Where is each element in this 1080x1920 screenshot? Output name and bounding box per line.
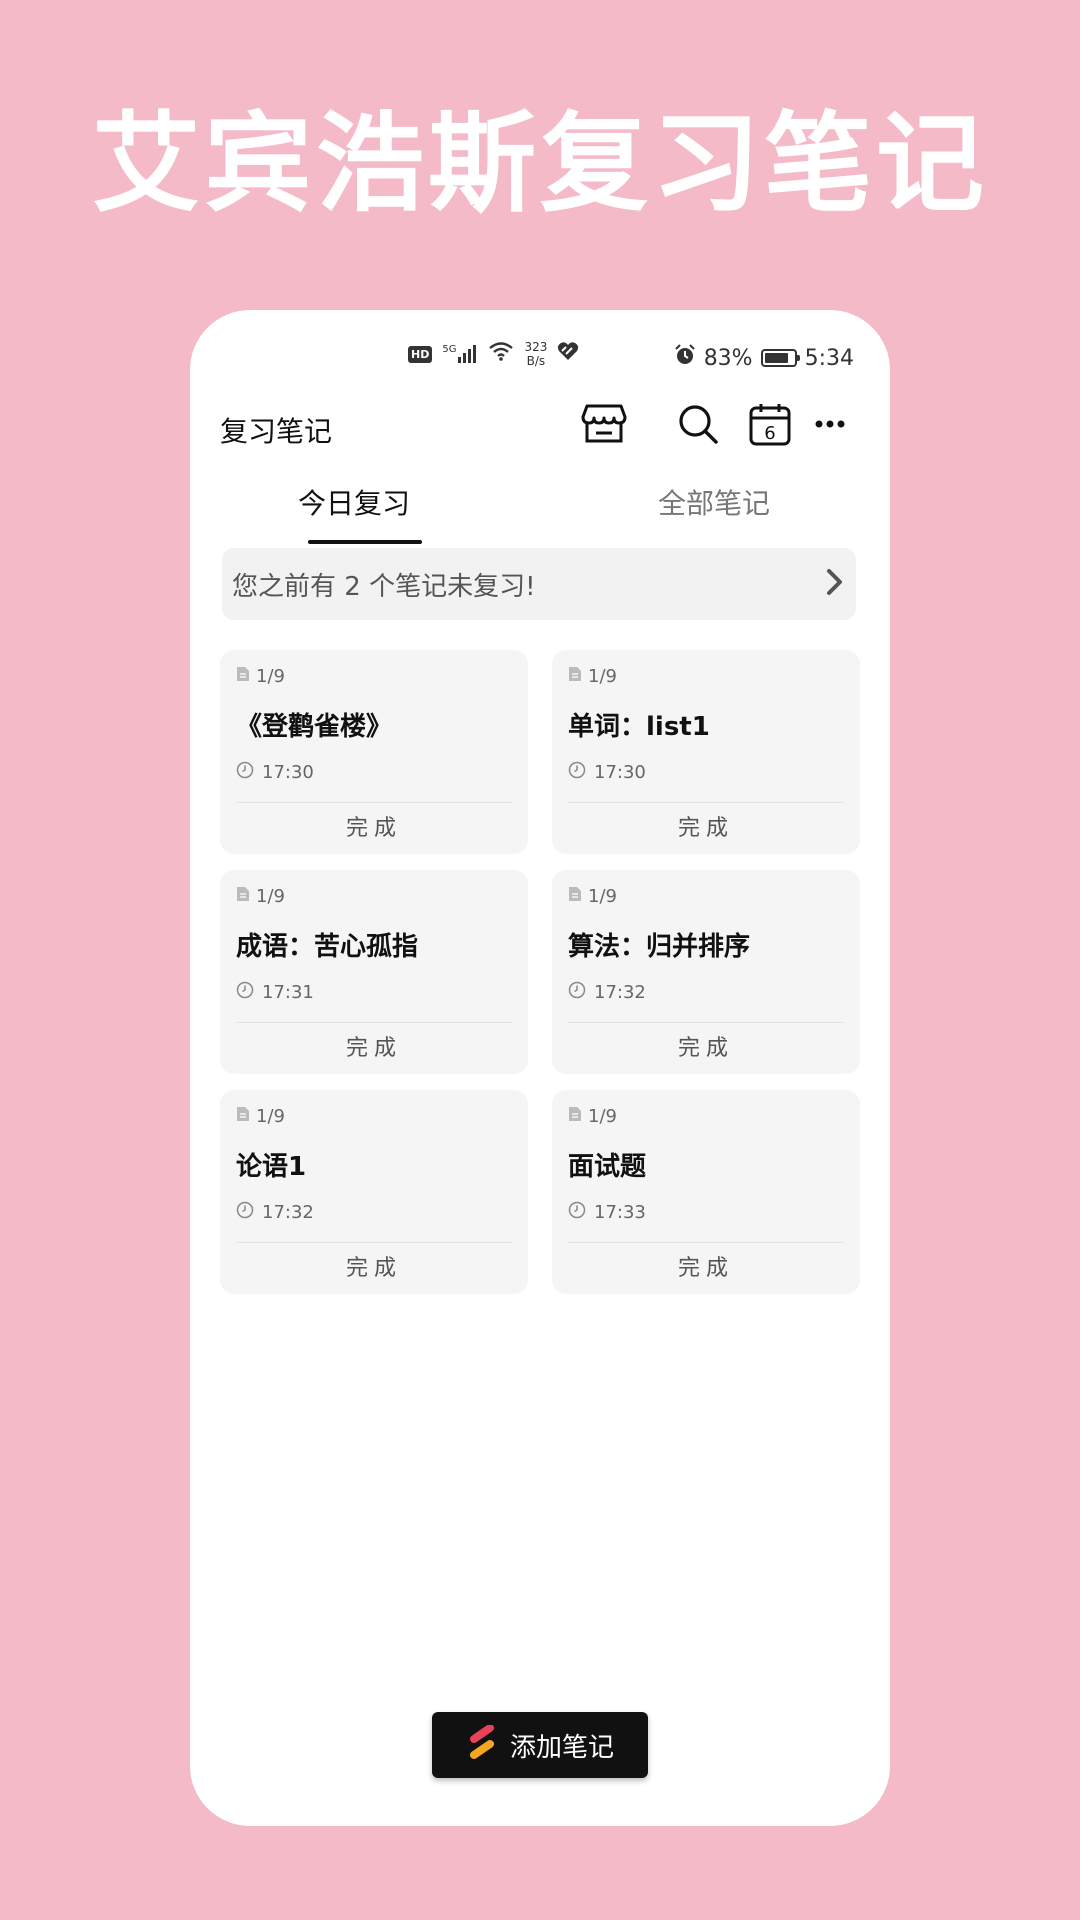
card-divider xyxy=(236,802,512,803)
hd-badge: HD xyxy=(408,345,433,363)
note-time-row: 17:30 xyxy=(236,760,512,784)
note-title: 论语1 xyxy=(236,1152,307,1182)
card-divider xyxy=(236,1242,512,1243)
note-time: 17:32 xyxy=(594,981,646,1003)
chevron-right-icon xyxy=(824,567,846,601)
note-title: 单词：list1 xyxy=(568,712,710,742)
note-time: 17:30 xyxy=(594,761,646,783)
note-count: 1/9 xyxy=(588,665,617,687)
note-card[interactable]: 1/9 论语1 17:32 完成 xyxy=(220,1090,528,1294)
tab-today-review[interactable]: 今日复习 xyxy=(254,482,454,522)
tab-all-notes[interactable]: 全部笔记 xyxy=(614,482,814,522)
note-time: 17:30 xyxy=(262,761,314,783)
net-speed-value: 323 xyxy=(524,340,548,354)
clock-icon xyxy=(236,761,254,784)
more-icon[interactable] xyxy=(806,400,854,448)
done-button[interactable]: 完成 xyxy=(552,1250,860,1282)
note-count: 1/9 xyxy=(588,885,617,907)
note-count: 1/9 xyxy=(256,1105,285,1127)
note-count: 1/9 xyxy=(256,885,285,907)
note-time-row: 17:33 xyxy=(568,1200,844,1224)
add-note-icon xyxy=(466,1723,498,1766)
note-title: 成语：苦心孤指 xyxy=(236,932,419,962)
alarm-icon xyxy=(674,344,696,372)
document-icon xyxy=(236,886,250,907)
status-bar: HD 5G 323 B/s 83% 5:34 xyxy=(190,336,890,382)
clock-icon xyxy=(568,761,586,784)
clock-icon xyxy=(568,1201,586,1224)
add-note-label: 添加笔记 xyxy=(509,1732,614,1763)
note-card[interactable]: 1/9 成语：苦心孤指 17:31 完成 xyxy=(220,870,528,1074)
card-divider xyxy=(568,1022,844,1023)
app-bar: 复习笔记 6 xyxy=(190,390,890,460)
document-icon xyxy=(568,666,582,687)
promo-title: 艾宾浩斯复习笔记 xyxy=(91,102,988,227)
document-icon xyxy=(236,666,250,687)
card-divider xyxy=(236,1022,512,1023)
note-progress: 1/9 xyxy=(568,1104,844,1128)
note-time-row: 17:31 xyxy=(236,980,512,1004)
status-left: HD 5G 323 B/s xyxy=(408,340,579,368)
note-title: 算法：归并排序 xyxy=(568,932,751,962)
note-title: 《登鹳雀楼》 xyxy=(236,712,393,742)
done-button[interactable]: 完成 xyxy=(220,810,528,842)
document-icon xyxy=(568,886,582,907)
notice-text: 您之前有 2 个笔记未复习! xyxy=(232,571,536,602)
note-time-row: 17:30 xyxy=(568,760,844,784)
note-count: 1/9 xyxy=(256,665,285,687)
note-card[interactable]: 1/9 单词：list1 17:30 完成 xyxy=(552,650,860,854)
calendar-icon[interactable]: 6 xyxy=(746,400,794,448)
note-progress: 1/9 xyxy=(236,884,512,908)
document-icon xyxy=(236,1106,250,1127)
phone-screen: HD 5G 323 B/s 83% 5:34 复习笔记 6 今日复习 全部笔记 … xyxy=(190,310,890,1826)
note-progress: 1/9 xyxy=(568,884,844,908)
battery-icon xyxy=(760,349,800,367)
done-button[interactable]: 完成 xyxy=(220,1030,528,1062)
note-card[interactable]: 1/9 《登鹳雀楼》 17:30 完成 xyxy=(220,650,528,854)
done-button[interactable]: 完成 xyxy=(552,1030,860,1062)
note-time: 17:32 xyxy=(262,1201,314,1223)
note-card[interactable]: 1/9 算法：归并排序 17:32 完成 xyxy=(552,870,860,1074)
clock-icon xyxy=(568,981,586,1004)
note-time: 17:33 xyxy=(594,1201,646,1223)
health-icon xyxy=(557,341,579,367)
document-icon xyxy=(568,1106,582,1127)
overdue-notice[interactable]: 您之前有 2 个笔记未复习! xyxy=(222,548,856,620)
calendar-day: 6 xyxy=(764,423,775,444)
tab-bar: 今日复习 全部笔记 xyxy=(190,470,890,550)
note-progress: 1/9 xyxy=(568,664,844,688)
tab-indicator xyxy=(308,540,422,544)
done-button[interactable]: 完成 xyxy=(552,810,860,842)
store-icon[interactable] xyxy=(580,400,628,448)
battery-fill xyxy=(764,353,788,363)
note-time-row: 17:32 xyxy=(568,980,844,1004)
clock: 5:34 xyxy=(804,345,854,371)
note-count: 1/9 xyxy=(588,1105,617,1127)
add-note-button[interactable]: 添加笔记 xyxy=(432,1712,648,1778)
note-progress: 1/9 xyxy=(236,1104,512,1128)
note-time-row: 17:32 xyxy=(236,1200,512,1224)
card-divider xyxy=(568,1242,844,1243)
note-progress: 1/9 xyxy=(236,664,512,688)
clock-icon xyxy=(236,981,254,1004)
status-right: 83% 5:34 xyxy=(674,344,854,372)
search-icon[interactable] xyxy=(674,400,722,448)
net-speed: 323 B/s xyxy=(524,340,547,368)
card-divider xyxy=(568,802,844,803)
note-grid: 1/9 《登鹳雀楼》 17:30 完成 1/9 单词：list1 17:30 完… xyxy=(220,650,860,1294)
done-button[interactable]: 完成 xyxy=(220,1250,528,1282)
network-type: 5G xyxy=(442,344,457,355)
app-title: 复习笔记 xyxy=(220,415,333,448)
battery-percent: 83% xyxy=(703,345,753,371)
net-speed-unit: B/s xyxy=(526,354,546,368)
note-time: 17:31 xyxy=(262,981,314,1003)
note-card[interactable]: 1/9 面试题 17:33 完成 xyxy=(552,1090,860,1294)
wifi-icon xyxy=(488,341,514,367)
clock-icon xyxy=(236,1201,254,1224)
signal-icon: 5G xyxy=(442,345,478,363)
note-title: 面试题 xyxy=(568,1152,647,1182)
